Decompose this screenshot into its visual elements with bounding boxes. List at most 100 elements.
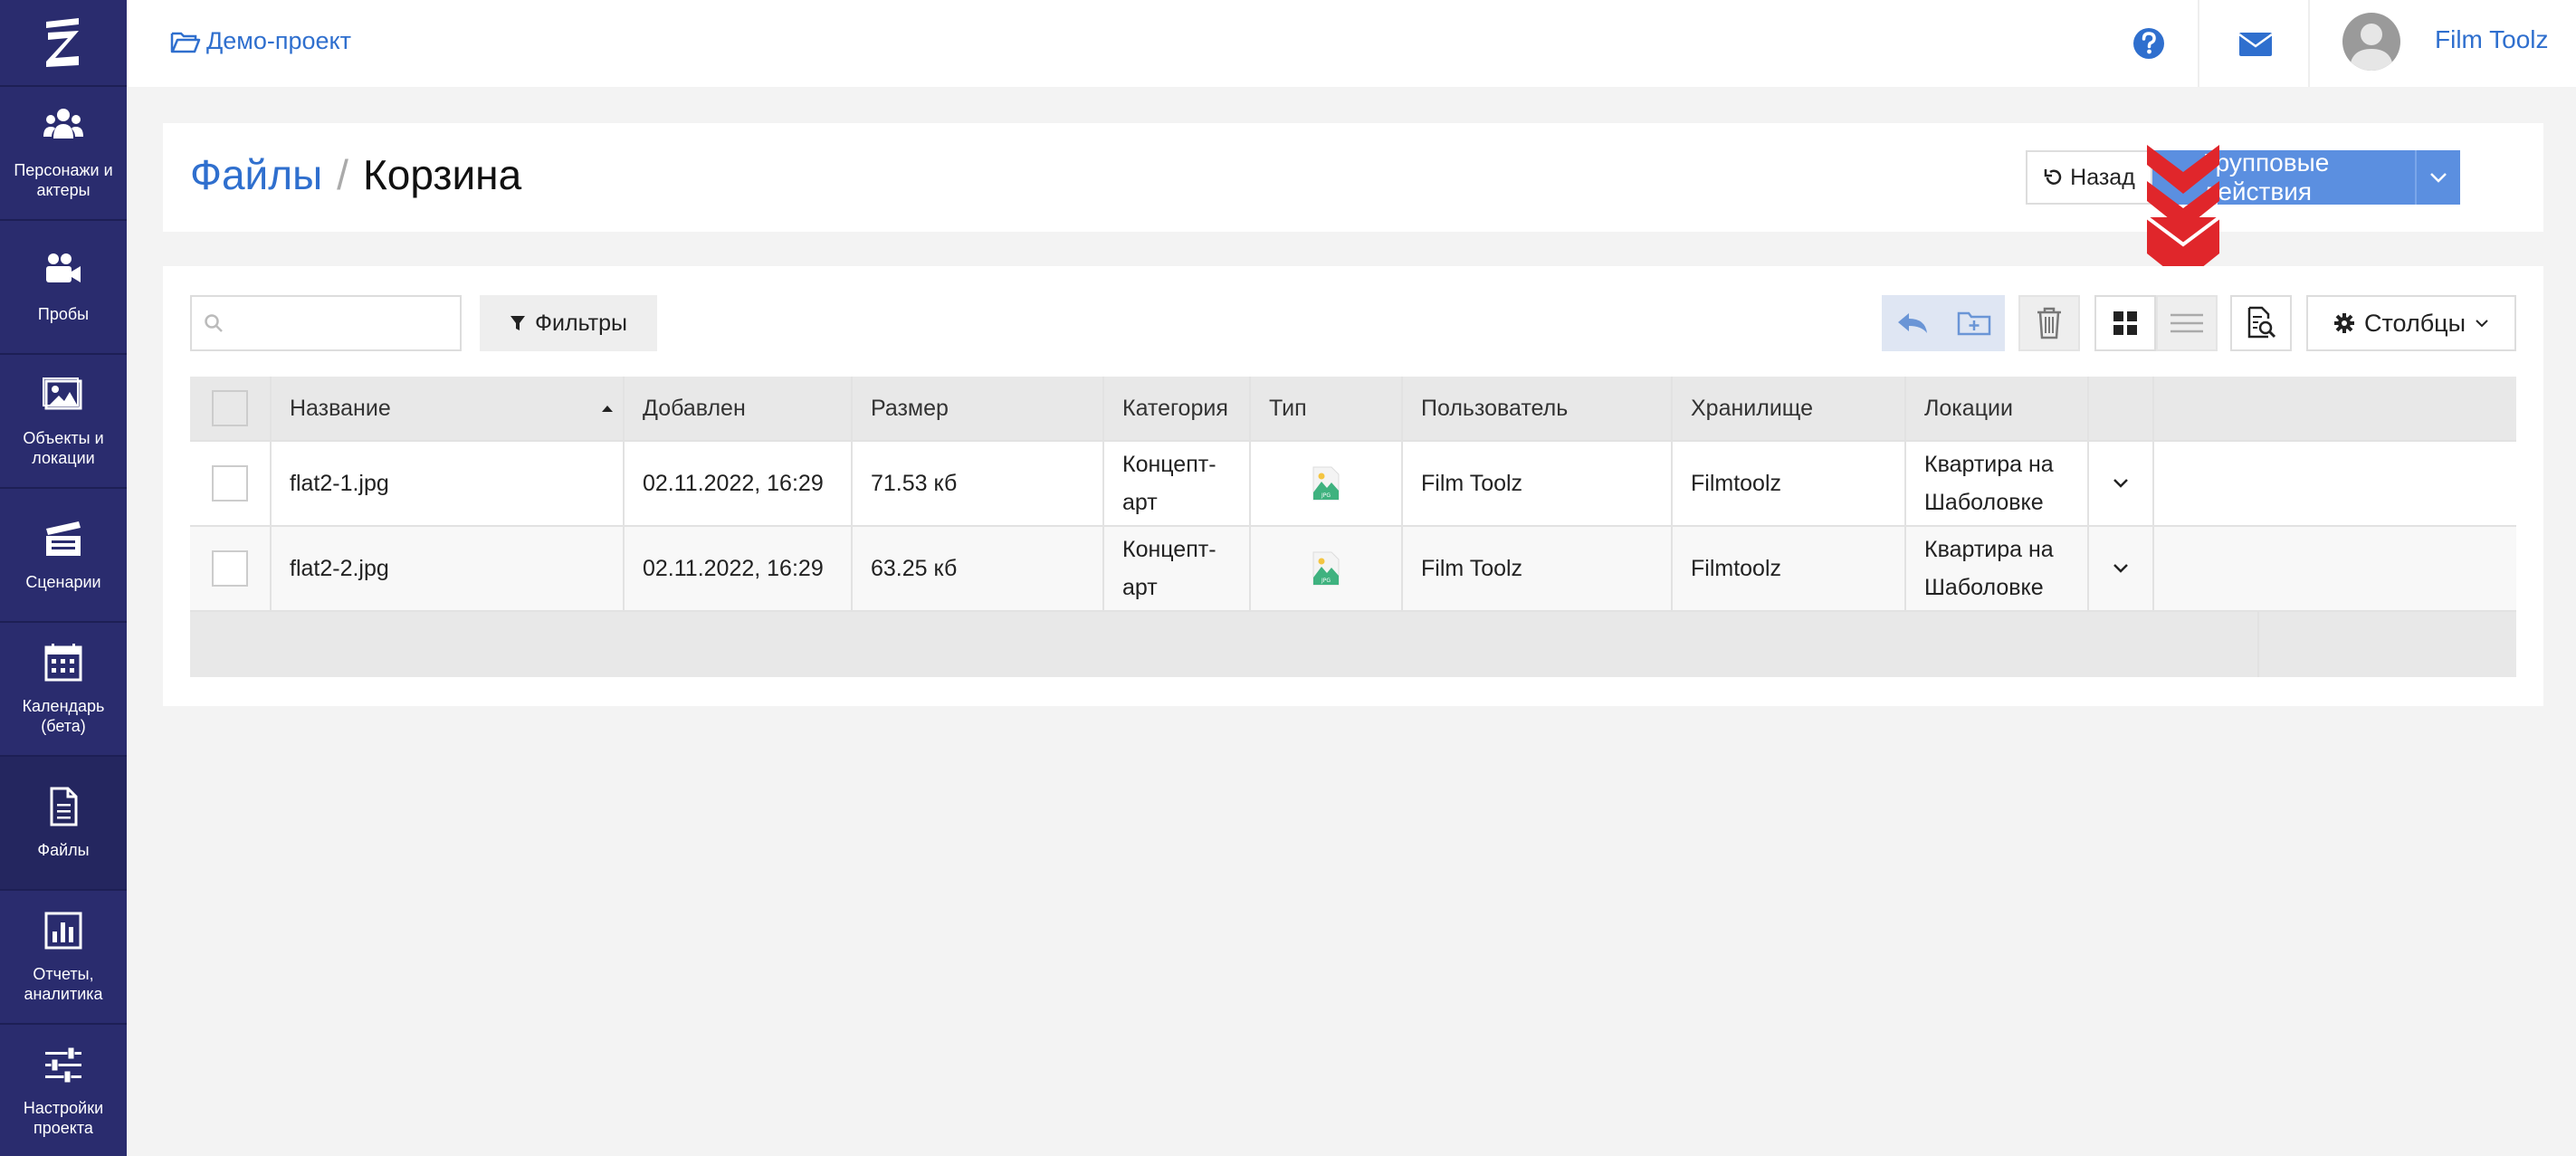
app-logo[interactable] [0, 0, 127, 87]
chevron-down-icon [2476, 320, 2488, 328]
filter-icon [510, 316, 526, 330]
file-category: Концепт-арт [1104, 527, 1251, 610]
sidebar-item-label: Персонажи и актеры [14, 161, 113, 199]
row-checkbox[interactable] [212, 465, 248, 502]
breadcrumb: Файлы / Корзина [190, 150, 521, 199]
page-title: Корзина [362, 151, 522, 198]
sidebar-item-label: Отчеты, аналитика [24, 965, 103, 1003]
list-view-button[interactable] [2156, 295, 2218, 351]
search-input[interactable] [234, 310, 451, 336]
file-storage: Filmtoolz [1673, 527, 1906, 610]
file-search-icon [2247, 306, 2276, 339]
column-header-storage[interactable]: Хранилище [1673, 377, 1906, 440]
sidebar-item-label: Файлы [37, 841, 90, 859]
grid-view-button[interactable] [2094, 295, 2156, 351]
divider [2308, 0, 2310, 87]
sidebar-item-files[interactable]: Файлы [0, 757, 127, 891]
sidebar-item-auditions[interactable]: Пробы [0, 221, 127, 355]
row-checkbox[interactable] [212, 550, 248, 587]
column-header-added[interactable]: Добавлен [625, 377, 853, 440]
breadcrumb-separator: / [337, 151, 348, 198]
column-header-category[interactable]: Категория [1104, 377, 1251, 440]
user-name[interactable]: Film Toolz [2435, 25, 2549, 54]
file-locations: Квартира на Шаболовке [1906, 442, 2089, 525]
file-user: Film Toolz [1403, 442, 1673, 525]
help-icon[interactable] [2127, 22, 2171, 65]
project-name: Демо-проект [206, 27, 352, 54]
column-header-actions [2089, 377, 2154, 440]
column-header-user[interactable]: Пользователь [1403, 377, 1673, 440]
chevron-down-icon [2430, 173, 2447, 183]
jpg-file-icon: JPG [1312, 551, 1340, 586]
column-header-type[interactable]: Тип [1251, 377, 1403, 440]
column-header-spacer [2154, 377, 2516, 440]
file-added: 02.11.2022, 16:29 [625, 527, 853, 610]
column-header-label: Название [290, 396, 391, 421]
footer-cell [190, 612, 2259, 677]
top-bar: Демо-проект Film Toolz [127, 0, 2576, 87]
red-chevron-marker-icon [2147, 145, 2219, 282]
delete-button[interactable] [2018, 295, 2080, 351]
columns-label: Столбцы [2363, 309, 2466, 337]
file-added: 02.11.2022, 16:29 [625, 442, 853, 525]
column-header-name[interactable]: Название [272, 377, 625, 440]
logo-icon [46, 18, 79, 67]
sidebar-item-calendar[interactable]: Календарь (бета) [0, 623, 127, 757]
row-expand-button[interactable] [2089, 527, 2154, 610]
trash-icon [2037, 307, 2061, 339]
breadcrumb-files-link[interactable]: Файлы [190, 150, 322, 199]
chevron-down-icon [2113, 564, 2128, 573]
file-locations: Квартира на Шаболовке [1906, 527, 2089, 610]
reply-icon [1898, 313, 1927, 333]
sidebar-item-scripts[interactable]: Сценарии [0, 489, 127, 623]
table-footer [190, 612, 2516, 677]
avatar[interactable] [2342, 13, 2400, 71]
group-actions-dropdown[interactable] [2415, 150, 2460, 205]
divider [2198, 0, 2199, 87]
search-icon [205, 314, 223, 332]
gear-icon [2333, 313, 2354, 333]
table-row[interactable]: flat2-2.jpg 02.11.2022, 16:29 63.25 кб К… [190, 527, 2516, 612]
sidebar-item-reports[interactable]: Отчеты, аналитика [0, 891, 127, 1025]
column-header-size[interactable]: Размер [853, 377, 1104, 440]
preview-button[interactable] [2230, 295, 2292, 351]
table-row[interactable]: flat2-1.jpg 02.11.2022, 16:29 71.53 кб К… [190, 442, 2516, 527]
select-all-cell [190, 377, 272, 440]
filters-label: Фильтры [535, 310, 627, 336]
column-header-locations[interactable]: Локации [1906, 377, 2089, 440]
sort-asc-icon [602, 406, 613, 412]
search-box[interactable] [190, 295, 462, 351]
sidebar-item-label: Пробы [37, 305, 90, 323]
list-icon [2171, 313, 2203, 333]
video-camera-icon [46, 253, 81, 282]
sidebar-item-settings[interactable]: Настройки проекта [0, 1025, 127, 1156]
undo-icon [2044, 169, 2062, 185]
row-select-cell [190, 527, 272, 610]
project-link[interactable]: Демо-проект [170, 27, 351, 55]
columns-button[interactable]: Столбцы [2306, 295, 2516, 351]
files-table: Название Добавлен Размер Категория Тип П… [190, 377, 2516, 677]
sidebar-item-label: Настройки проекта [23, 1099, 104, 1137]
back-button-label: Назад [2070, 164, 2135, 190]
grid-icon [2113, 311, 2137, 335]
sidebar-item-objects[interactable]: Объекты и локации [0, 355, 127, 489]
restore-button[interactable] [1882, 295, 1943, 351]
file-type-label: JPG [1321, 492, 1331, 499]
row-spacer [2154, 527, 2516, 610]
file-name[interactable]: flat2-1.jpg [272, 442, 625, 525]
filters-button[interactable]: Фильтры [480, 295, 657, 351]
chart-icon [44, 912, 82, 950]
file-name[interactable]: flat2-2.jpg [272, 527, 625, 610]
select-all-checkbox[interactable] [212, 390, 248, 426]
move-to-folder-button[interactable] [1943, 295, 2005, 351]
back-button[interactable]: Назад [2026, 150, 2152, 205]
mail-icon[interactable] [2236, 25, 2275, 62]
sidebar-item-characters[interactable]: Персонажи и актеры [0, 87, 127, 221]
file-type-cell: JPG [1251, 442, 1403, 525]
sidebar: Персонажи и актеры Пробы Объекты и локац… [0, 0, 127, 1156]
files-panel: Фильтры Столбцы Название Добавлен Размер… [163, 266, 2543, 706]
row-expand-button[interactable] [2089, 442, 2154, 525]
file-type-cell: JPG [1251, 527, 1403, 610]
user-icon [2350, 24, 2393, 71]
sidebar-item-label: Сценарии [25, 573, 101, 591]
